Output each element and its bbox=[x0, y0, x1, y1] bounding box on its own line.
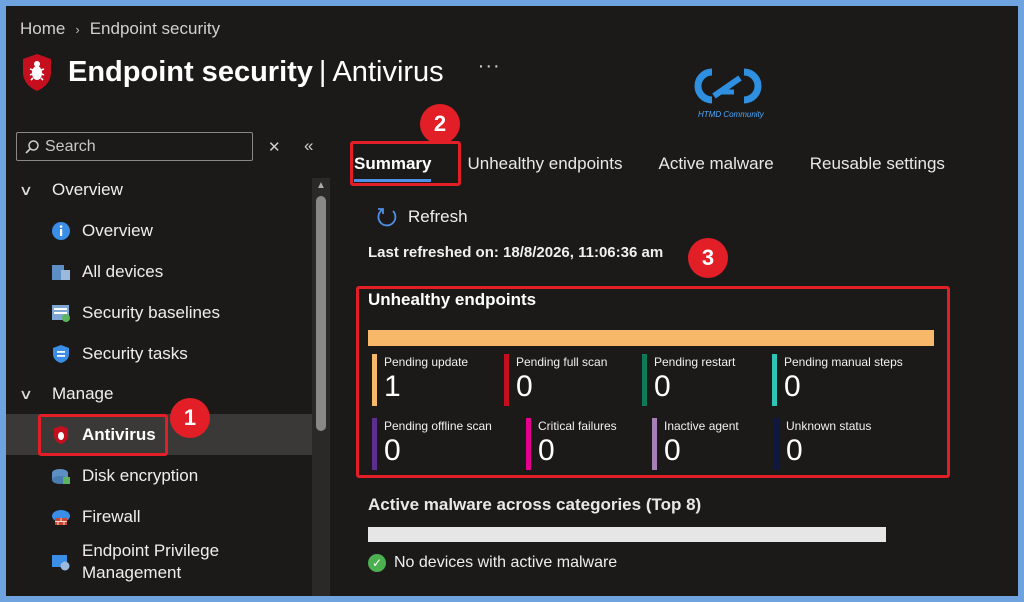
sidebar-item-label-line1: Endpoint Privilege bbox=[82, 541, 220, 560]
info-icon bbox=[50, 220, 72, 242]
refresh-icon bbox=[377, 208, 397, 227]
refresh-button[interactable]: Refresh bbox=[376, 206, 468, 228]
privilege-management-icon bbox=[50, 551, 72, 573]
sidebar-item-label: Endpoint Privilege Management bbox=[82, 540, 219, 584]
sidebar-item-label: Disk encryption bbox=[82, 465, 199, 485]
scrollbar-thumb[interactable] bbox=[316, 196, 326, 431]
breadcrumb-endpoint-security[interactable]: Endpoint security bbox=[90, 19, 220, 39]
shield-bug-icon bbox=[23, 54, 51, 91]
breadcrumb-separator-icon: › bbox=[75, 21, 80, 37]
sidebar-item-security-baselines[interactable]: Security baselines bbox=[6, 292, 312, 333]
security-tasks-icon bbox=[50, 343, 72, 365]
sidebar-item-label: Security tasks bbox=[82, 343, 188, 363]
sidebar-item-label: All devices bbox=[82, 261, 164, 281]
scroll-up-icon[interactable]: ▲ bbox=[316, 180, 326, 191]
search-placeholder: Search bbox=[45, 137, 96, 155]
sidebar-item-label-line2: Management bbox=[82, 563, 182, 582]
check-circle-icon: ✓ bbox=[368, 554, 386, 572]
htmd-community-logo: HTMD Community bbox=[692, 66, 792, 126]
last-refreshed-text: Last refreshed on: 18/8/2026, 11:06:36 a… bbox=[368, 244, 664, 261]
chevron-down-icon: ∨ bbox=[18, 181, 34, 198]
sidebar-item-label: Security baselines bbox=[82, 302, 220, 322]
more-options-icon[interactable]: ··· bbox=[478, 55, 501, 78]
sidebar-item-overview[interactable]: Overview bbox=[6, 210, 312, 251]
clear-search-icon[interactable]: ✕ bbox=[268, 138, 281, 156]
nav-group-label: Manage bbox=[52, 384, 114, 403]
sidebar-item-endpoint-privilege-management[interactable]: Endpoint Privilege Management bbox=[6, 537, 312, 587]
no-active-malware-label: No devices with active malware bbox=[394, 554, 618, 571]
highlight-box-unhealthy-endpoints bbox=[356, 286, 950, 478]
search-icon bbox=[25, 139, 39, 154]
page-title-separator: | bbox=[318, 55, 327, 88]
refresh-label: Refresh bbox=[408, 207, 468, 226]
active-malware-title: Active malware across categories (Top 8) bbox=[368, 495, 702, 514]
highlight-box-antivirus bbox=[38, 414, 168, 456]
page-subtitle: Antivirus bbox=[332, 55, 444, 88]
tab-active-malware[interactable]: Active malware bbox=[659, 144, 774, 184]
tab-reusable-settings[interactable]: Reusable settings bbox=[810, 144, 945, 184]
disk-encryption-icon bbox=[50, 465, 72, 487]
sidebar-item-disk-encryption[interactable]: Disk encryption bbox=[6, 455, 312, 496]
sidebar-scrollbar[interactable]: ▲ bbox=[312, 178, 330, 596]
portal-window: Home › Endpoint security Endpoint securi… bbox=[6, 6, 1018, 596]
sidebar-item-label: Overview bbox=[82, 220, 153, 240]
sidebar-item-security-tasks[interactable]: Security tasks bbox=[6, 333, 312, 374]
logo-caption: HTMD Community bbox=[698, 110, 764, 119]
firewall-icon bbox=[50, 506, 72, 528]
tab-unhealthy-endpoints[interactable]: Unhealthy endpoints bbox=[467, 144, 622, 184]
logo-mark-icon bbox=[694, 68, 762, 104]
active-malware-bar[interactable] bbox=[368, 527, 886, 542]
callout-badge-1: 1 bbox=[170, 398, 210, 438]
breadcrumb: Home › Endpoint security bbox=[20, 19, 220, 39]
nav-group-label: Overview bbox=[52, 180, 123, 199]
search-input[interactable]: Search bbox=[16, 132, 253, 161]
sidebar-nav: ∨ Overview Overview All devices Security… bbox=[6, 170, 312, 587]
chevron-down-icon: ∨ bbox=[18, 385, 34, 402]
highlight-box-summary-tab bbox=[350, 141, 461, 186]
nav-group-overview[interactable]: ∨ Overview bbox=[6, 170, 312, 210]
callout-badge-2: 2 bbox=[420, 104, 460, 144]
callout-badge-3: 3 bbox=[688, 238, 728, 278]
no-active-malware-status: ✓ No devices with active malware bbox=[368, 554, 617, 572]
collapse-sidebar-icon[interactable]: « bbox=[304, 136, 313, 156]
sidebar-item-all-devices[interactable]: All devices bbox=[6, 251, 312, 292]
breadcrumb-home[interactable]: Home bbox=[20, 19, 65, 39]
baseline-icon bbox=[50, 302, 72, 324]
devices-icon bbox=[50, 261, 72, 283]
sidebar-item-label: Firewall bbox=[82, 506, 141, 526]
sidebar: Search ✕ « ∨ Overview Overview All devic… bbox=[6, 126, 336, 596]
nav-group-manage[interactable]: ∨ Manage bbox=[6, 374, 312, 414]
sidebar-item-firewall[interactable]: Firewall bbox=[6, 496, 312, 537]
page-header: Endpoint security | Antivirus ··· bbox=[20, 52, 501, 92]
page-title: Endpoint security bbox=[68, 55, 313, 88]
